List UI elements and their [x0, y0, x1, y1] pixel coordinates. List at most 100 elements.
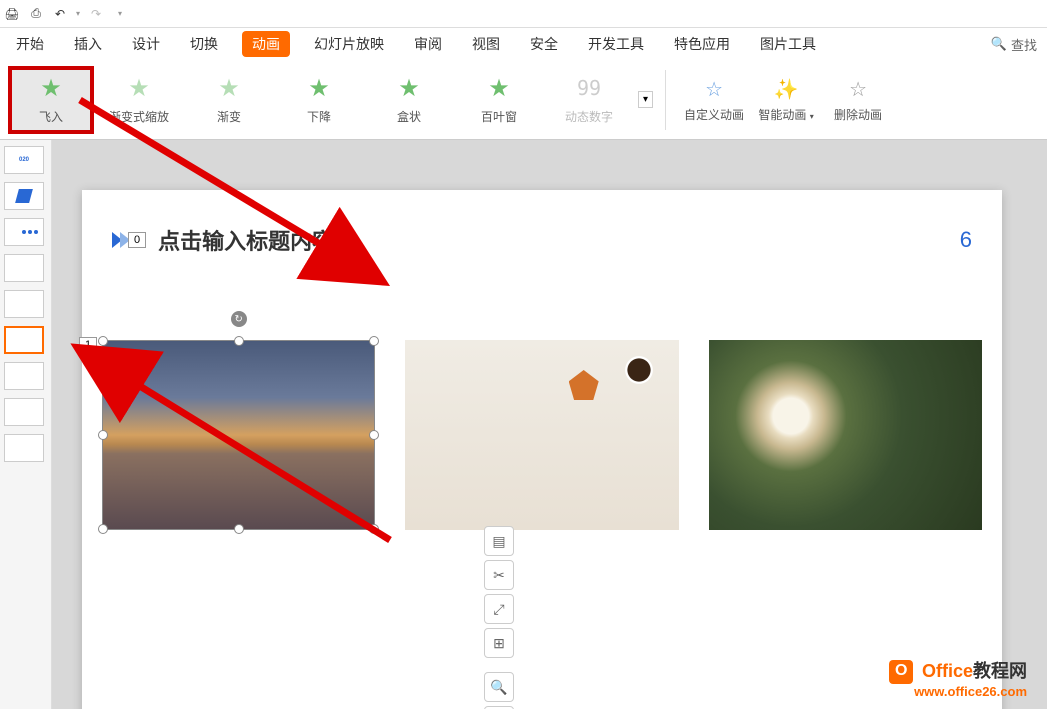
- resize-handle[interactable]: [98, 524, 108, 534]
- selected-image-sunset[interactable]: 1 ↻: [102, 340, 375, 530]
- slide-title-placeholder[interactable]: 点击输入标题内容: [158, 224, 334, 256]
- undo-dropdown-icon[interactable]: ▾: [76, 9, 80, 18]
- star-icon: ★: [128, 74, 150, 103]
- anim-label: 飞入: [39, 108, 63, 125]
- redo-icon[interactable]: ↷: [88, 6, 104, 22]
- menu-start[interactable]: 开始: [10, 30, 50, 58]
- grid-button[interactable]: ⊞: [484, 628, 514, 658]
- star-icon: ★: [308, 74, 330, 103]
- resize-handle[interactable]: [98, 430, 108, 440]
- undo-icon[interactable]: ↶: [52, 6, 68, 22]
- slide-canvas[interactable]: 0 点击输入标题内容 6 1 ↻: [52, 140, 1047, 709]
- anim-blinds[interactable]: ★ 百叶窗: [454, 66, 544, 134]
- menu-picture-tools[interactable]: 图片工具: [754, 30, 822, 58]
- zoom-button[interactable]: 🔍: [484, 672, 514, 702]
- anim-box[interactable]: ★ 盒状: [364, 66, 454, 134]
- anim-label: 下降: [307, 108, 331, 125]
- image-row: 1 ↻: [102, 340, 982, 530]
- star-icon: ★: [40, 74, 62, 103]
- anim-descend[interactable]: ★ 下降: [274, 66, 364, 134]
- anim-label: 渐变: [217, 108, 241, 125]
- menu-design[interactable]: 设计: [126, 30, 166, 58]
- grid-icon: ⊞: [493, 635, 505, 652]
- anim-label: 百叶窗: [481, 108, 517, 125]
- expand-icon: ⤢: [493, 601, 504, 618]
- thumbnail[interactable]: [4, 182, 44, 210]
- resize-handle[interactable]: [369, 524, 379, 534]
- star-icon: ★: [398, 74, 420, 103]
- zoom-icon: 🔍: [490, 679, 507, 696]
- btn-label: 自定义动画: [684, 106, 744, 123]
- slide-thumbnails-panel[interactable]: 020: [0, 140, 52, 709]
- menu-insert[interactable]: 插入: [68, 30, 108, 58]
- watermark-url: www.office26.com: [889, 684, 1027, 699]
- thumbnail[interactable]: [4, 290, 44, 318]
- anim-label: 盒状: [397, 108, 421, 125]
- resize-handle[interactable]: [234, 336, 244, 346]
- chevron-bullets-icon: [112, 232, 128, 248]
- resize-handle[interactable]: [369, 336, 379, 346]
- menu-devtools[interactable]: 开发工具: [582, 30, 650, 58]
- quick-access-toolbar: 🖨 ⎙ ↶ ▾ ↷ ▾: [0, 0, 1047, 28]
- menu-security[interactable]: 安全: [524, 30, 564, 58]
- custom-animation-button[interactable]: ☆ 自定义动画: [678, 66, 750, 134]
- watermark-brand-suffix: 教程网: [973, 661, 1027, 681]
- anim-fade-zoom[interactable]: ★ 渐变式缩放: [94, 66, 184, 134]
- watermark-brand: Office: [922, 661, 973, 681]
- anim-dynamic-number[interactable]: 99 动态数字: [544, 66, 634, 134]
- image-desk[interactable]: [405, 340, 678, 530]
- menu-bar: 开始 插入 设计 切换 动画 幻灯片放映 审阅 视图 安全 开发工具 特色应用 …: [0, 28, 1047, 60]
- star-outline-icon: ☆: [705, 77, 723, 102]
- search-icon: 🔍: [991, 36, 1007, 52]
- resize-handle[interactable]: [234, 524, 244, 534]
- btn-label: 删除动画: [834, 106, 882, 123]
- menu-review[interactable]: 审阅: [408, 30, 448, 58]
- print-icon[interactable]: 🖨: [4, 6, 20, 22]
- thumbnail[interactable]: [4, 218, 44, 246]
- menu-animation[interactable]: 动画: [242, 31, 290, 57]
- digits-icon: 99: [577, 76, 601, 100]
- more-dropdown-icon[interactable]: ▾: [118, 9, 122, 18]
- rotate-handle-icon[interactable]: ↻: [231, 311, 247, 327]
- thumbnail-selected[interactable]: [4, 326, 44, 354]
- anim-fade[interactable]: ★ 渐变: [184, 66, 274, 134]
- star-icon: ★: [488, 74, 510, 103]
- thumbnail[interactable]: [4, 398, 44, 426]
- resize-handle[interactable]: [369, 430, 379, 440]
- slide-title-row: 0 点击输入标题内容 6: [112, 224, 972, 256]
- thumbnail[interactable]: [4, 434, 44, 462]
- layers-button[interactable]: ▤: [484, 526, 514, 556]
- anim-label: 渐变式缩放: [109, 108, 169, 125]
- resize-handle[interactable]: [98, 336, 108, 346]
- crop-icon: ✂: [493, 567, 505, 584]
- workspace: 020 0 点击输入标题内容 6 1 ↻: [0, 140, 1047, 709]
- animation-gallery: ★ 飞入 ★ 渐变式缩放 ★ 渐变 ★ 下降 ★ 盒状 ★ 百叶窗 99 动态数…: [8, 60, 653, 139]
- menu-special[interactable]: 特色应用: [668, 30, 736, 58]
- thumbnail[interactable]: [4, 362, 44, 390]
- anim-fly-in[interactable]: ★ 飞入: [8, 66, 94, 134]
- expand-button[interactable]: ⤢: [484, 594, 514, 624]
- image-cat[interactable]: [709, 340, 982, 530]
- slide: 0 点击输入标题内容 6 1 ↻: [82, 190, 1002, 709]
- separator: [665, 70, 666, 130]
- menu-slideshow[interactable]: 幻灯片放映: [308, 30, 390, 58]
- watermark-logo-icon: [889, 660, 913, 684]
- menu-view[interactable]: 视图: [466, 30, 506, 58]
- menu-transition[interactable]: 切换: [184, 30, 224, 58]
- delete-animation-button[interactable]: ☆ 删除动画: [822, 66, 894, 134]
- preview-icon[interactable]: ⎙: [28, 6, 44, 22]
- thumbnail[interactable]: [4, 254, 44, 282]
- star-wand-icon: ✨: [774, 77, 799, 102]
- star-delete-icon: ☆: [849, 77, 867, 102]
- floating-image-toolbar: ▤ ✂ ⤢ ⊞ 🔍 ▣ ⎘: [484, 526, 514, 709]
- anim-label: 动态数字: [565, 108, 613, 125]
- animation-order-badge[interactable]: 0: [128, 232, 146, 248]
- animation-order-badge[interactable]: 1: [79, 337, 97, 353]
- search-area[interactable]: 🔍 查找: [991, 35, 1037, 54]
- crop-button[interactable]: ✂: [484, 560, 514, 590]
- smart-animation-button[interactable]: ✨ 智能动画 ▾: [750, 66, 822, 134]
- watermark: Office教程网 www.office26.com: [889, 657, 1027, 699]
- thumbnail[interactable]: 020: [4, 146, 44, 174]
- gallery-more-icon[interactable]: ▾: [638, 91, 653, 108]
- slide-number: 6: [960, 227, 972, 253]
